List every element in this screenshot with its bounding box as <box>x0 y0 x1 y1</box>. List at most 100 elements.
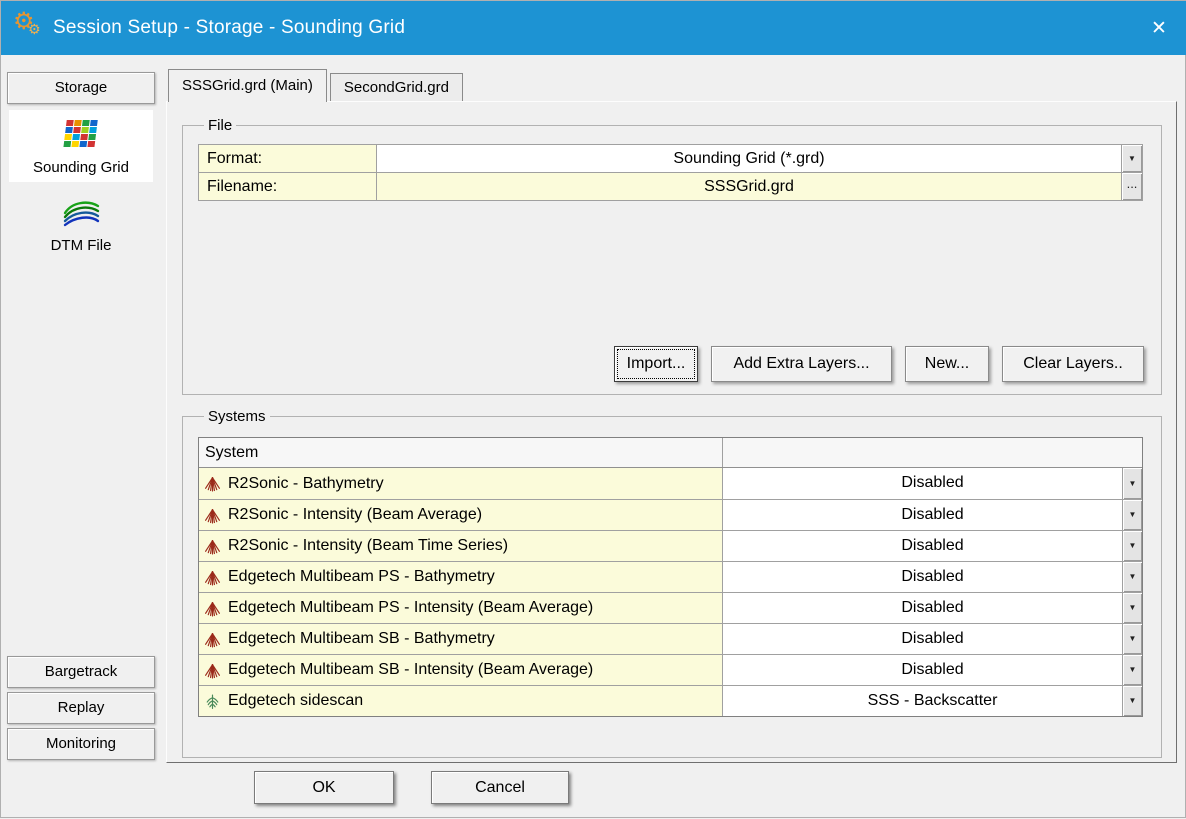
system-name: Edgetech Multibeam PS - Bathymetry <box>228 568 495 586</box>
system-mode-dropdown[interactable]: Disabled ▼ <box>723 468 1142 499</box>
mode-column-header <box>723 438 1142 467</box>
table-row: Edgetech Multibeam PS - Intensity (Beam … <box>199 592 1142 623</box>
grid-file-tabs: SSSGrid.grd (Main) SecondGrid.grd <box>168 69 463 102</box>
table-row: Edgetech sidescan SSS - Backscatter ▼ <box>199 685 1142 716</box>
tab-secondgrid[interactable]: SecondGrid.grd <box>330 73 463 101</box>
system-mode-dropdown[interactable]: Disabled ▼ <box>723 593 1142 623</box>
multibeam-icon <box>204 569 221 586</box>
system-cell: R2Sonic - Intensity (Beam Average) <box>199 500 723 530</box>
system-mode-dropdown[interactable]: Disabled ▼ <box>723 500 1142 530</box>
sidebar-button-monitoring[interactable]: Monitoring <box>7 728 155 760</box>
filename-browse-button[interactable]: ... <box>1121 173 1142 200</box>
system-cell: Edgetech Multibeam SB - Intensity (Beam … <box>199 655 723 685</box>
sidebar-button-storage[interactable]: Storage <box>7 72 155 104</box>
system-cell: Edgetech sidescan <box>199 686 723 716</box>
system-mode-value: Disabled <box>901 537 963 554</box>
sounding-grid-icon <box>61 118 101 154</box>
chevron-down-icon[interactable]: ▼ <box>1122 531 1142 561</box>
sidescan-icon <box>204 693 221 710</box>
multibeam-icon <box>204 600 221 617</box>
system-cell: Edgetech Multibeam PS - Intensity (Beam … <box>199 593 723 623</box>
filename-row: Filename: SSSGrid.grd ... <box>198 172 1143 201</box>
table-row: R2Sonic - Bathymetry Disabled ▼ <box>199 468 1142 499</box>
clear-layers-button[interactable]: Clear Layers.. <box>1002 346 1144 382</box>
format-dropdown-arrow-icon[interactable]: ▼ <box>1121 145 1142 172</box>
sidebar: Storage <box>1 55 161 819</box>
system-name: R2Sonic - Intensity (Beam Time Series) <box>228 537 508 555</box>
sidebar-bottom-buttons: Bargetrack Replay Monitoring <box>1 656 161 760</box>
gear-icon: ⚙ ⚙ <box>11 8 51 48</box>
chevron-down-icon[interactable]: ▼ <box>1122 624 1142 654</box>
sidebar-item-label: Sounding Grid <box>33 159 129 176</box>
system-name: Edgetech Multibeam SB - Bathymetry <box>228 630 495 648</box>
chevron-down-icon[interactable]: ▼ <box>1122 655 1142 685</box>
format-row: Format: Sounding Grid (*.grd) ▼ <box>198 144 1143 173</box>
titlebar: ⚙ ⚙ Session Setup - Storage - Sounding G… <box>1 1 1186 55</box>
new-button[interactable]: New... <box>905 346 989 382</box>
session-setup-dialog: { "titlebar": { "title": "Session Setup … <box>0 0 1186 818</box>
import-button[interactable]: Import... <box>614 346 698 382</box>
system-name: Edgetech Multibeam SB - Intensity (Beam … <box>228 661 593 679</box>
cancel-button[interactable]: Cancel <box>431 771 569 804</box>
system-cell: R2Sonic - Intensity (Beam Time Series) <box>199 531 723 561</box>
multibeam-icon <box>204 538 221 555</box>
system-mode-value: Disabled <box>901 568 963 585</box>
system-mode-value: Disabled <box>901 661 963 678</box>
format-dropdown[interactable]: Sounding Grid (*.grd) <box>377 145 1121 172</box>
sidebar-button-bargetrack[interactable]: Bargetrack <box>7 656 155 688</box>
window-title: Session Setup - Storage - Sounding Grid <box>53 17 405 39</box>
table-row: Edgetech Multibeam SB - Bathymetry Disab… <box>199 623 1142 654</box>
filename-field[interactable]: SSSGrid.grd <box>377 173 1121 200</box>
tab-panel: File Format: Sounding Grid (*.grd) ▼ Fil… <box>166 101 1177 763</box>
system-mode-dropdown[interactable]: Disabled ▼ <box>723 562 1142 592</box>
sidebar-item-sounding-grid[interactable]: Sounding Grid <box>9 110 153 182</box>
system-name: Edgetech Multibeam PS - Intensity (Beam … <box>228 599 593 617</box>
system-mode-value: Disabled <box>901 599 963 616</box>
sidebar-button-replay[interactable]: Replay <box>7 692 155 724</box>
system-name: R2Sonic - Bathymetry <box>228 475 384 493</box>
system-mode-dropdown[interactable]: Disabled ▼ <box>723 624 1142 654</box>
systems-table-header: System <box>199 438 1142 468</box>
systems-table: System R2Sonic - Bathymetry Disabled ▼ R… <box>198 437 1143 717</box>
table-row: Edgetech Multibeam SB - Intensity (Beam … <box>199 654 1142 685</box>
chevron-down-icon[interactable]: ▼ <box>1122 468 1142 499</box>
table-row: R2Sonic - Intensity (Beam Time Series) D… <box>199 530 1142 561</box>
table-row: Edgetech Multibeam PS - Bathymetry Disab… <box>199 561 1142 592</box>
system-cell: R2Sonic - Bathymetry <box>199 468 723 499</box>
system-name: Edgetech sidescan <box>228 692 363 710</box>
gear-icon-small: ⚙ <box>28 22 41 36</box>
dtm-file-icon <box>61 198 101 232</box>
system-mode-value: Disabled <box>901 474 963 491</box>
system-mode-value: Disabled <box>901 630 963 647</box>
systems-group-title: Systems <box>204 408 270 425</box>
tab-sssgrid-main[interactable]: SSSGrid.grd (Main) <box>168 69 327 102</box>
multibeam-icon <box>204 475 221 492</box>
multibeam-icon <box>204 662 221 679</box>
chevron-down-icon[interactable]: ▼ <box>1122 686 1142 716</box>
chevron-down-icon[interactable]: ▼ <box>1122 593 1142 623</box>
sidebar-item-label: DTM File <box>51 237 112 254</box>
system-mode-dropdown[interactable]: SSS - Backscatter ▼ <box>723 686 1142 716</box>
file-buttons: Import... Add Extra Layers... New... Cle… <box>614 346 1144 382</box>
add-extra-layers-button[interactable]: Add Extra Layers... <box>711 346 892 382</box>
multibeam-icon <box>204 507 221 524</box>
file-form: Format: Sounding Grid (*.grd) ▼ Filename… <box>198 144 1143 201</box>
file-group: File Format: Sounding Grid (*.grd) ▼ Fil… <box>182 117 1162 395</box>
system-cell: Edgetech Multibeam PS - Bathymetry <box>199 562 723 592</box>
system-cell: Edgetech Multibeam SB - Bathymetry <box>199 624 723 654</box>
sidebar-item-dtm-file[interactable]: DTM File <box>9 190 153 260</box>
close-button[interactable]: ✕ <box>1131 1 1186 55</box>
system-name: R2Sonic - Intensity (Beam Average) <box>228 506 482 524</box>
filename-label: Filename: <box>199 173 377 200</box>
system-mode-dropdown[interactable]: Disabled ▼ <box>723 531 1142 561</box>
format-label: Format: <box>199 145 377 172</box>
ok-button[interactable]: OK <box>254 771 394 804</box>
multibeam-icon <box>204 631 221 648</box>
system-mode-dropdown[interactable]: Disabled ▼ <box>723 655 1142 685</box>
file-group-title: File <box>204 117 236 134</box>
sidebar-items: Sounding Grid DTM File <box>1 110 161 260</box>
table-row: R2Sonic - Intensity (Beam Average) Disab… <box>199 499 1142 530</box>
chevron-down-icon[interactable]: ▼ <box>1122 500 1142 530</box>
chevron-down-icon[interactable]: ▼ <box>1122 562 1142 592</box>
systems-group: Systems System R2Sonic - Bathymetry Disa… <box>182 408 1162 758</box>
